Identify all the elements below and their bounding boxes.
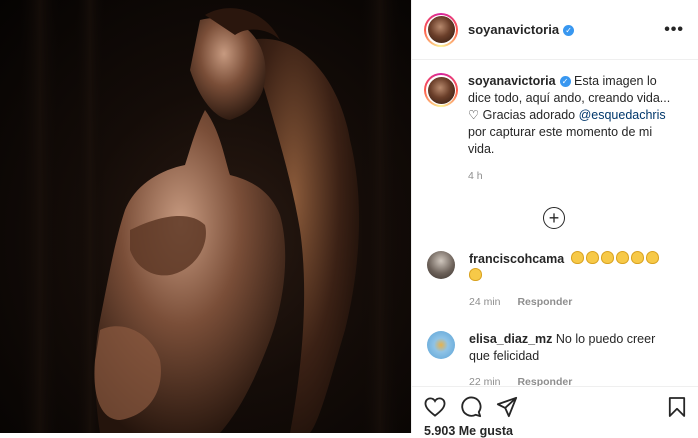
comment-avatar[interactable] — [427, 331, 455, 359]
caption-username[interactable]: soyanavictoria — [468, 74, 556, 88]
comment-body: elisa_diaz_mz No lo puedo creer que feli… — [469, 331, 669, 386]
comment-item: elisa_diaz_mz No lo puedo creer que feli… — [424, 331, 684, 386]
clap-emoji-icon — [469, 268, 482, 281]
reply-button[interactable]: Responder — [517, 296, 572, 308]
comment-item: franciscohcama 24 min Responder — [424, 251, 684, 311]
caption-timestamp[interactable]: 4 h — [468, 168, 676, 185]
author-username-text[interactable]: soyanavictoria — [468, 22, 559, 37]
comment-content: franciscohcama — [469, 251, 669, 285]
comment-time[interactable]: 24 min — [469, 296, 501, 308]
heart-outline-icon[interactable] — [424, 397, 446, 417]
comment-meta: 22 min Responder — [469, 374, 669, 386]
author-avatar[interactable] — [424, 12, 458, 47]
clap-emoji-icon — [570, 251, 584, 264]
post-actions-bar: 5.903 Me gusta — [412, 386, 698, 438]
caption-author-avatar-image — [427, 76, 455, 104]
post-caption: soyanavictoria ✓ Esta imagen lo dice todo… — [424, 73, 684, 185]
post-detail-panel: soyanavictoria ✓ ••• soyanavictoria ✓ Esta… — [411, 0, 698, 438]
clap-emoji-icon — [645, 251, 659, 264]
reply-button[interactable]: Responder — [517, 376, 572, 386]
caption-body: soyanavictoria ✓ Esta imagen lo dice todo… — [468, 73, 676, 158]
comment-content: elisa_diaz_mz No lo puedo creer que feli… — [469, 331, 669, 365]
share-icon[interactable] — [496, 396, 518, 418]
author-username[interactable]: soyanavictoria ✓ — [468, 22, 575, 37]
bookmark-icon[interactable] — [668, 396, 686, 418]
comment-username[interactable]: elisa_diaz_mz — [469, 332, 552, 346]
caption-author-avatar-frame — [426, 75, 456, 105]
load-more-comments-button[interactable]: + — [543, 207, 565, 229]
clap-emoji-icon — [615, 251, 629, 264]
clap-emoji-icon — [630, 251, 644, 264]
likes-count[interactable]: 5.903 Me gusta — [424, 424, 686, 438]
caption-author-avatar[interactable] — [424, 73, 458, 107]
post-photo-illustration — [20, 0, 400, 433]
clap-emoji-icon — [600, 251, 614, 264]
post-actions-row — [424, 395, 686, 419]
comment-body: franciscohcama 24 min Responder — [469, 251, 669, 311]
comment-username[interactable]: franciscohcama — [469, 252, 564, 266]
comment-meta: 24 min Responder — [469, 294, 669, 311]
author-avatar-frame — [426, 14, 456, 45]
caption-verified-badge-icon: ✓ — [559, 76, 571, 88]
post-photo[interactable] — [0, 0, 411, 433]
more-options-icon[interactable]: ••• — [664, 21, 684, 39]
clap-emoji-icon — [585, 251, 599, 264]
comment-list: franciscohcama 24 min Responder elisa_di… — [424, 251, 684, 386]
comments-section[interactable]: soyanavictoria ✓ Esta imagen lo dice todo… — [412, 61, 698, 386]
caption-text-part2: por capturar este momento de mi vida. — [468, 125, 653, 156]
caption-text-block: soyanavictoria ✓ Esta imagen lo dice todo… — [468, 73, 676, 185]
author-avatar-image — [427, 16, 455, 43]
comment-time[interactable]: 22 min — [469, 376, 501, 386]
verified-badge-icon: ✓ — [563, 25, 575, 37]
post-header: soyanavictoria ✓ ••• — [412, 0, 698, 60]
caption-mention-link[interactable]: @esquedachris — [579, 108, 666, 122]
comment-avatar[interactable] — [427, 251, 455, 279]
comment-icon[interactable] — [460, 396, 482, 418]
